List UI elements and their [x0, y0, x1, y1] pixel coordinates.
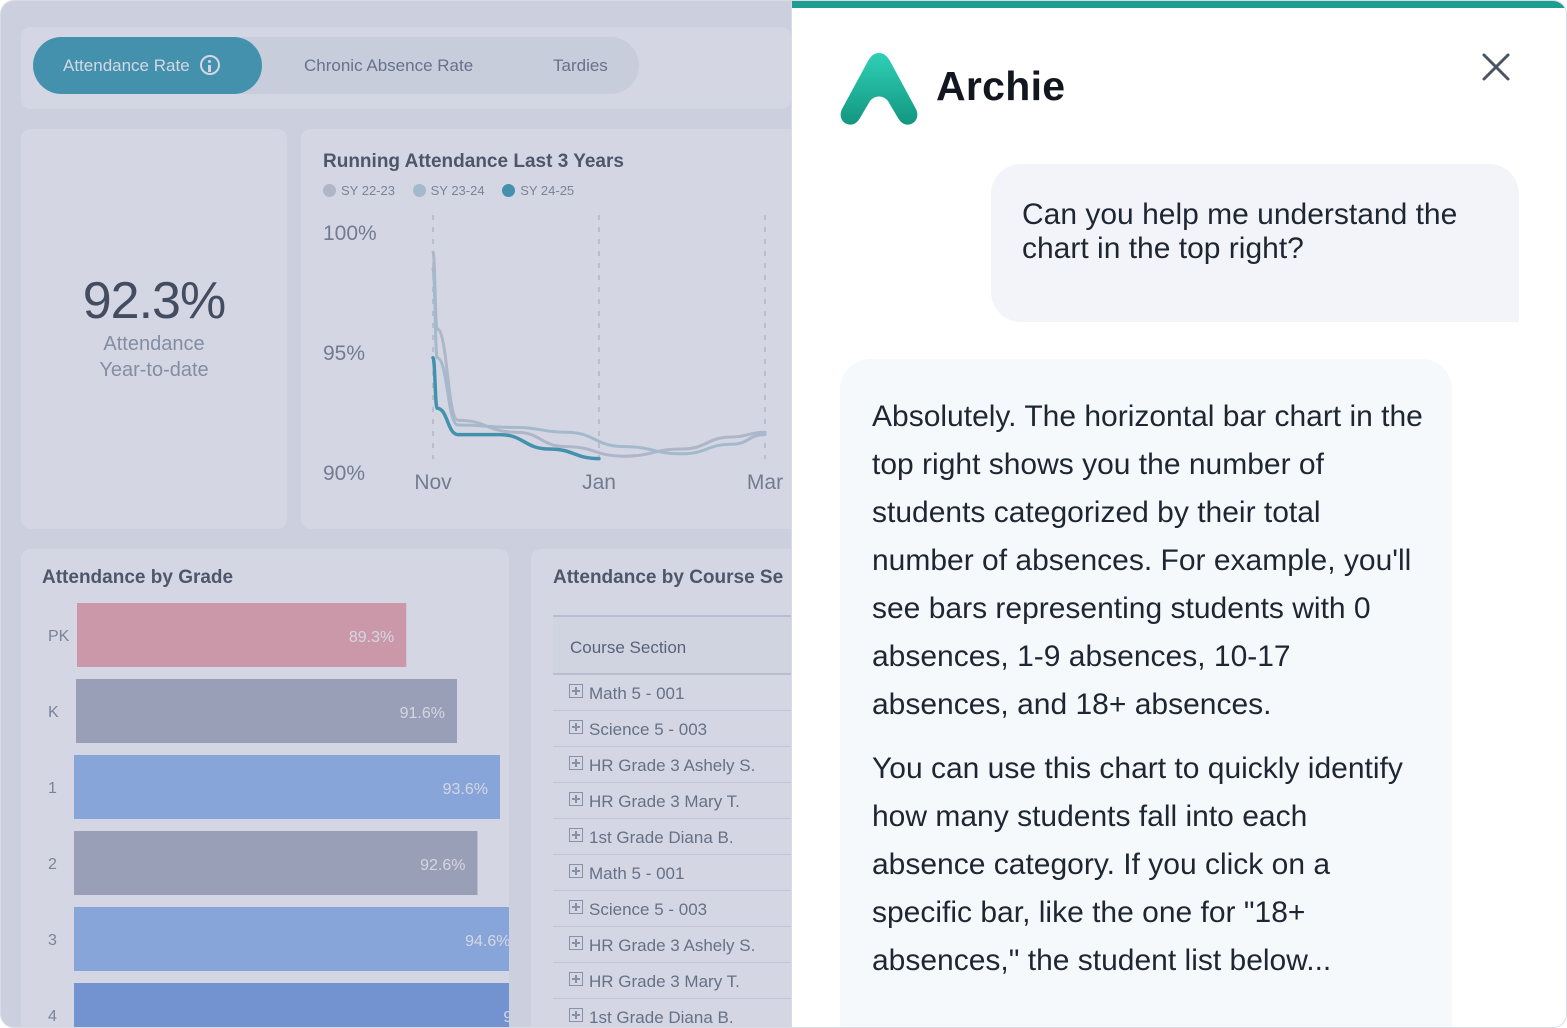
close-icon[interactable] [1474, 45, 1518, 89]
assistant-message-bubble: Absolutely. The horizontal bar chart in … [840, 359, 1452, 1027]
assistant-paragraph-1: Absolutely. The horizontal bar chart in … [872, 400, 1423, 721]
modal-dim-overlay [1, 1, 791, 1027]
user-message-bubble: Can you help me understand the chart in … [991, 164, 1519, 322]
archie-logo-icon [840, 53, 918, 125]
assistant-paragraph-2: You can use this chart to quickly identi… [872, 752, 1403, 977]
brand-name: Archie [936, 63, 1066, 109]
attendance-dashboard: Attendance Rate Chronic Absence Rate Tar… [1, 1, 791, 1027]
archie-chat-panel: Archie Can you help me understand the ch… [791, 1, 1566, 1027]
app-frame: Attendance Rate Chronic Absence Rate Tar… [0, 0, 1567, 1028]
panel-accent-bar [792, 1, 1566, 8]
